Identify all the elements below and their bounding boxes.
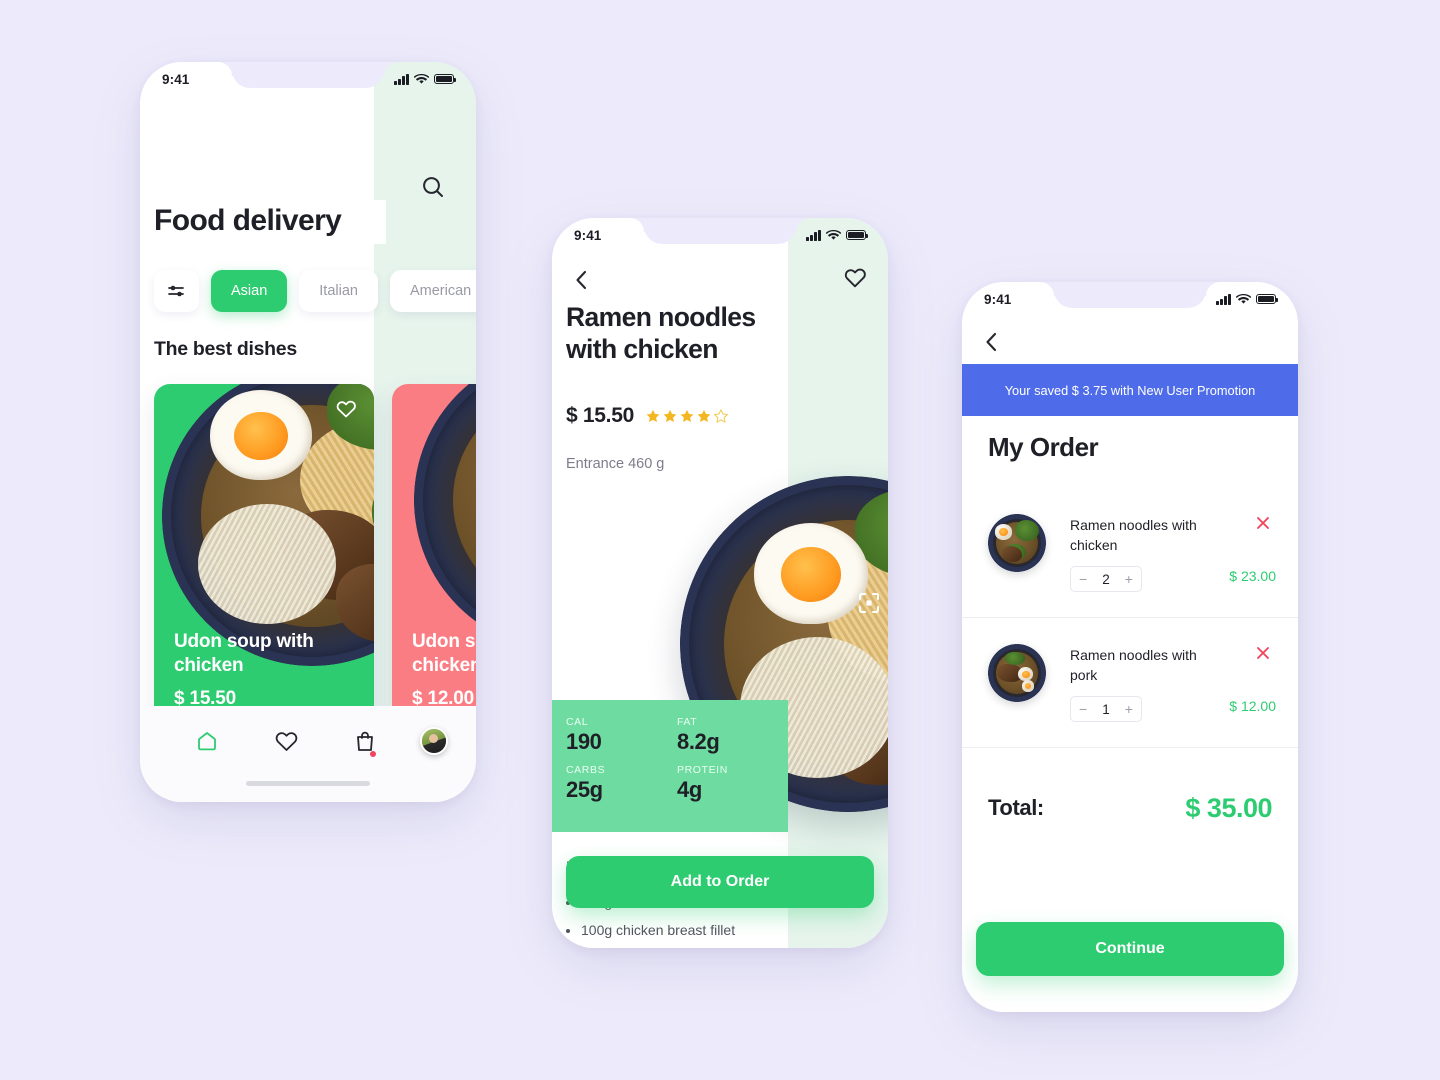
decrease-quantity-button[interactable]: − bbox=[1079, 702, 1087, 716]
close-x-icon bbox=[1257, 647, 1269, 659]
heart-outline-icon[interactable] bbox=[336, 400, 356, 420]
nutrition-cell-fat: FAT 8.2g bbox=[677, 716, 788, 755]
quantity-value: 1 bbox=[1102, 701, 1110, 717]
dish-name: Udon soup with chicken bbox=[174, 631, 314, 677]
price-rating-row: $ 15.50 bbox=[566, 404, 728, 428]
nutrition-cell-protein: PROTEIN 4g bbox=[677, 764, 788, 803]
add-to-order-button[interactable]: Add to Order bbox=[566, 856, 874, 908]
nutrition-value: 190 bbox=[566, 729, 602, 754]
table-row: Ramen noodles with pork − 1 + $ 12.00 bbox=[962, 618, 1298, 748]
dish-title: Ramen noodles with chicken bbox=[566, 302, 756, 364]
shopping-bag-icon bbox=[356, 731, 373, 751]
remove-item-button[interactable] bbox=[1256, 516, 1270, 530]
dish-card[interactable]: Udon soup with chicken $ 12.00 bbox=[392, 384, 476, 752]
category-chip-italian[interactable]: Italian bbox=[299, 270, 378, 312]
item-name: Ramen noodles with chicken bbox=[1070, 517, 1197, 553]
tab-favorites[interactable] bbox=[247, 724, 326, 758]
home-indicator bbox=[246, 781, 370, 786]
dish-weight: Entrance 460 g bbox=[566, 456, 665, 472]
nutrition-value: 8.2g bbox=[677, 729, 720, 754]
total-label: Total: bbox=[988, 795, 1044, 820]
user-avatar bbox=[420, 727, 449, 755]
category-chip-row: Asian Italian American bbox=[140, 270, 476, 312]
quantity-value: 2 bbox=[1102, 571, 1110, 587]
continue-button[interactable]: Continue bbox=[976, 922, 1284, 976]
chevron-left-icon bbox=[576, 270, 587, 290]
order-total-row: Total: $ 35.00 bbox=[962, 778, 1298, 838]
quantity-stepper[interactable]: − 1 + bbox=[1070, 696, 1142, 722]
phone-home-screen: 9:41 Food delivery Asian Italian America… bbox=[140, 62, 476, 802]
phone-cart-screen: 9:41 Your saved $ 3.75 with New User Pro… bbox=[962, 282, 1298, 1012]
increase-quantity-button[interactable]: + bbox=[1125, 702, 1133, 716]
star-filled-icon bbox=[680, 409, 694, 422]
category-chip-american[interactable]: American bbox=[389, 270, 476, 312]
bottom-tab-bar bbox=[140, 706, 476, 802]
heart-icon bbox=[275, 731, 297, 751]
rating-stars bbox=[646, 409, 728, 423]
nutrition-cell-carbs: CARBS 25g bbox=[566, 764, 677, 803]
dish-price: $ 15.50 bbox=[566, 404, 634, 427]
star-filled-icon bbox=[697, 409, 711, 422]
focus-scan-icon[interactable] bbox=[858, 592, 880, 614]
item-price: $ 23.00 bbox=[1229, 568, 1276, 584]
increase-quantity-button[interactable]: + bbox=[1125, 572, 1133, 586]
device-notch bbox=[232, 62, 384, 88]
nutrition-label: FAT bbox=[677, 716, 698, 728]
favorite-button[interactable] bbox=[844, 268, 866, 290]
list-item: 100g chicken breast fillet bbox=[566, 922, 798, 948]
item-price: $ 12.00 bbox=[1229, 698, 1276, 714]
dish-name: Udon soup with chicken bbox=[412, 631, 476, 677]
remove-item-button[interactable] bbox=[1256, 646, 1270, 660]
nutrition-value: 25g bbox=[566, 777, 603, 802]
device-notch bbox=[1054, 282, 1206, 308]
home-icon bbox=[198, 732, 217, 751]
star-empty-icon bbox=[713, 409, 728, 423]
sliders-filter-icon[interactable] bbox=[154, 270, 199, 312]
close-x-icon bbox=[1257, 517, 1269, 529]
back-button[interactable] bbox=[570, 268, 594, 292]
star-filled-icon bbox=[663, 409, 677, 422]
nutrition-label: CAL bbox=[566, 716, 589, 728]
cart-heading: My Order bbox=[988, 432, 1099, 462]
nutrition-cell-cal: CAL 190 bbox=[566, 716, 677, 755]
cart-badge-dot bbox=[370, 751, 377, 757]
tab-home[interactable] bbox=[168, 724, 247, 758]
nutrition-label: CARBS bbox=[566, 764, 606, 776]
decrease-quantity-button[interactable]: − bbox=[1079, 572, 1087, 586]
chevron-left-icon bbox=[986, 332, 997, 352]
total-value: $ 35.00 bbox=[1185, 792, 1272, 823]
star-filled-icon bbox=[646, 409, 660, 422]
nutrition-label: PROTEIN bbox=[677, 764, 728, 776]
category-chip-asian[interactable]: Asian bbox=[211, 270, 288, 312]
section-title: The best dishes bbox=[154, 334, 307, 367]
heart-outline-icon bbox=[844, 268, 866, 288]
dish-card-carousel: Udon soup with chicken $ 15.50 Udon s ch… bbox=[154, 384, 476, 752]
bullet-icon bbox=[566, 929, 570, 934]
promotion-banner: Your saved $ 3.75 with New User Promotio… bbox=[962, 364, 1298, 416]
ingredient-text: 100g chicken breast fillet bbox=[581, 922, 736, 939]
nutrition-panel: CAL 190 FAT 8.2g CARBS 25g PROTEIN 4g bbox=[552, 700, 788, 832]
search-icon[interactable] bbox=[420, 174, 446, 200]
item-name: Ramen noodles with pork bbox=[1070, 647, 1197, 683]
table-row: Ramen noodles with chicken − 2 + $ 23.00 bbox=[962, 488, 1298, 618]
item-thumbnail bbox=[988, 644, 1046, 702]
device-notch bbox=[644, 218, 796, 244]
tab-profile[interactable] bbox=[404, 724, 449, 758]
back-button[interactable] bbox=[980, 330, 1004, 354]
dish-photo bbox=[162, 384, 374, 666]
phone-dish-detail-screen: 9:41 Ramen noodles with chicken $ 15.50 … bbox=[552, 218, 888, 948]
dish-photo bbox=[414, 384, 476, 650]
tab-cart[interactable] bbox=[325, 724, 404, 758]
dish-card[interactable]: Udon soup with chicken $ 15.50 bbox=[154, 384, 374, 752]
quantity-stepper[interactable]: − 2 + bbox=[1070, 566, 1142, 592]
page-title: Food delivery bbox=[154, 200, 386, 244]
nutrition-value: 4g bbox=[677, 777, 702, 802]
item-thumbnail bbox=[988, 514, 1046, 572]
